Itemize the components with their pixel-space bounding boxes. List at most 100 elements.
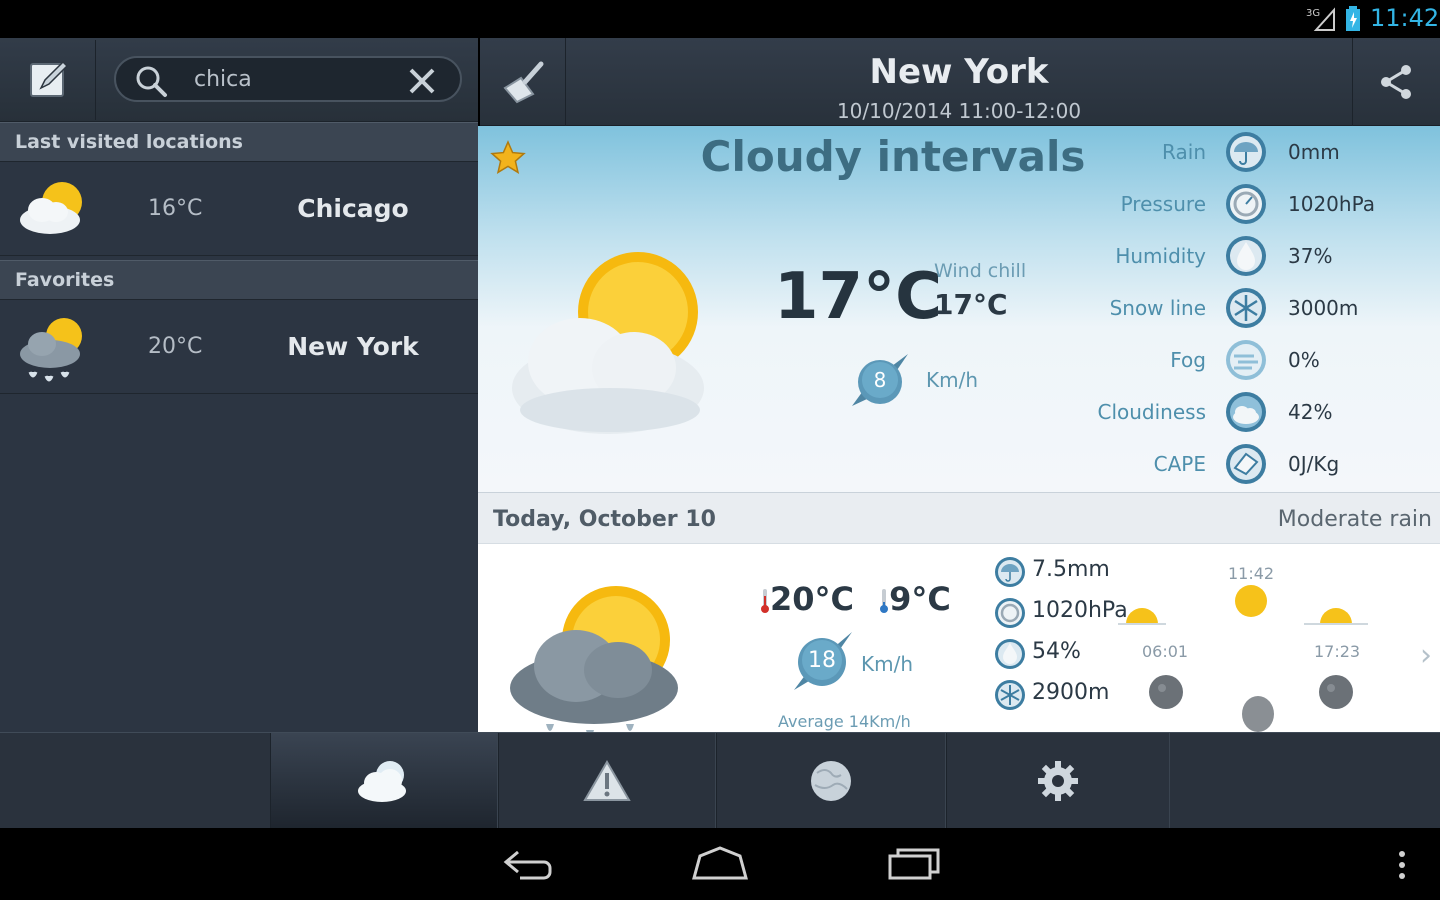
snowflake-icon [995, 680, 1025, 710]
drop-icon [1226, 236, 1266, 276]
rain-sun-icon [510, 586, 678, 732]
detail-value: 0J/Kg [1288, 452, 1340, 476]
wind-speed: 8 [873, 368, 887, 392]
search-icon [136, 66, 167, 97]
forecast-value: 7.5mm [1032, 557, 1110, 582]
favorites-header: Favorites [0, 260, 478, 300]
thermometer-hot-icon [761, 589, 769, 613]
detail-row-rain: Rain 0mm [1038, 126, 1438, 178]
location-row-chicago[interactable]: 16°C Chicago [0, 162, 478, 256]
rain-sun-icon [20, 318, 82, 382]
detail-value: 0mm [1288, 140, 1340, 164]
broom-icon [502, 61, 543, 104]
cape-icon [1226, 444, 1266, 484]
globe-icon [811, 761, 851, 801]
sunrise-time: 06:01 [1142, 642, 1189, 661]
detail-value: 3000m [1288, 296, 1359, 320]
tab-bar [0, 732, 1440, 829]
detail-row-pressure: Pressure 1020hPa [1038, 178, 1438, 230]
share-button[interactable] [1352, 38, 1440, 126]
max-temp: 20°C [770, 580, 855, 618]
location-datetime: 10/10/2014 11:00-12:00 [836, 99, 1082, 123]
min-temp: 9°C [889, 580, 951, 618]
day-header[interactable]: Today, October 10 Moderate rain [478, 492, 1440, 544]
sunset-time: 17:23 [1314, 642, 1361, 661]
moon-icon [1242, 696, 1274, 732]
forecast-value: 54% [1032, 639, 1081, 664]
detail-label: CAPE [1153, 452, 1206, 476]
detail-row-fog: Fog 0% [1038, 334, 1438, 386]
signal-icon: 3G [1306, 7, 1335, 31]
locations-panel: Last visited locations 16°C Chicago Favo… [0, 38, 478, 732]
noon-sun-icon [1235, 585, 1267, 617]
detail-label: Fog [1170, 348, 1206, 372]
snowflake-icon [1226, 288, 1266, 328]
moon-icon [1149, 675, 1183, 709]
wind-chill-label: Wind chill [934, 260, 1027, 282]
detail-value: 1020hPa [1288, 192, 1375, 216]
cloud-icon [1226, 392, 1266, 432]
tab-weather[interactable] [270, 733, 498, 829]
fog-icon [1226, 340, 1266, 380]
wind-chill-value: 17°C [934, 288, 1008, 321]
status-bar: 3G 11:42 [0, 0, 1440, 38]
forecast-value: 1020hPa [1032, 598, 1128, 623]
sunrise-sun-icon [1118, 608, 1166, 625]
home-icon[interactable] [690, 842, 750, 886]
clear-button[interactable] [480, 38, 566, 126]
forecast-value: 2900m [1032, 680, 1110, 705]
detail-row-cloudiness: Cloudiness 42% [1038, 386, 1438, 438]
favorite-star-icon[interactable] [490, 140, 526, 176]
search-input[interactable] [194, 66, 394, 92]
last-visited-header: Last visited locations [0, 122, 478, 162]
tab-map[interactable] [716, 733, 946, 829]
now-time: 11:42 [1228, 564, 1275, 583]
location-header: New York 10/10/2014 11:00-12:00 [480, 38, 1440, 126]
wind-unit: Km/h [926, 368, 979, 392]
edit-button[interactable] [2, 40, 96, 120]
weather-icon [358, 761, 406, 802]
settings-icon [1038, 761, 1078, 801]
warning-icon [583, 760, 631, 801]
day-label: Today, October 10 [493, 507, 716, 532]
share-icon [1380, 65, 1411, 99]
search-field[interactable] [114, 56, 462, 102]
detail-row-cape: CAPE 0J/Kg [1038, 438, 1438, 490]
wind-unit: Km/h [861, 652, 914, 676]
recent-apps-icon[interactable] [886, 842, 942, 886]
average-wind: Average 14Km/h [778, 712, 911, 731]
drop-icon [995, 639, 1025, 669]
sunset-sun-icon [1304, 608, 1368, 625]
edit-icon [29, 60, 68, 97]
back-icon[interactable] [500, 842, 556, 886]
overflow-menu-icon[interactable] [1392, 850, 1412, 880]
search-bar-area [0, 38, 478, 122]
detail-value: 42% [1288, 400, 1333, 424]
detail-label: Snow line [1109, 296, 1206, 320]
partly-cloudy-icon [20, 182, 82, 234]
app: 3G 11:42 Last visited locations 16°C Chi… [0, 0, 1440, 900]
tab-warnings[interactable] [498, 733, 716, 829]
tab-settings[interactable] [946, 733, 1170, 829]
location-temp: 16°C [148, 196, 203, 221]
detail-label: Pressure [1120, 192, 1206, 216]
location-title: New York [869, 52, 1049, 92]
day-forecast: 20°C 9°C 18 Km/h Average 14Km/h 7.5mm 10… [478, 544, 1440, 732]
gauge-icon [1226, 184, 1266, 224]
location-row-new-york[interactable]: 20°C New York [0, 300, 478, 394]
location-name: New York [287, 332, 419, 361]
system-nav-bar [0, 828, 1440, 900]
thermometer-cold-icon [880, 589, 889, 613]
detail-value: 37% [1288, 244, 1333, 268]
cloudy-intervals-icon [512, 252, 704, 434]
location-name: Chicago [297, 194, 409, 223]
detail-label: Cloudiness [1097, 400, 1206, 424]
chevron-right-icon[interactable]: › [1420, 638, 1432, 673]
battery-icon [1346, 6, 1360, 31]
close-icon[interactable] [408, 67, 436, 95]
gauge-icon [995, 598, 1025, 628]
umbrella-icon [1226, 132, 1266, 172]
day-summary: Moderate rain [1277, 507, 1432, 532]
detail-row-snow-line: Snow line 3000m [1038, 282, 1438, 334]
svg-text:3G: 3G [1306, 8, 1320, 19]
